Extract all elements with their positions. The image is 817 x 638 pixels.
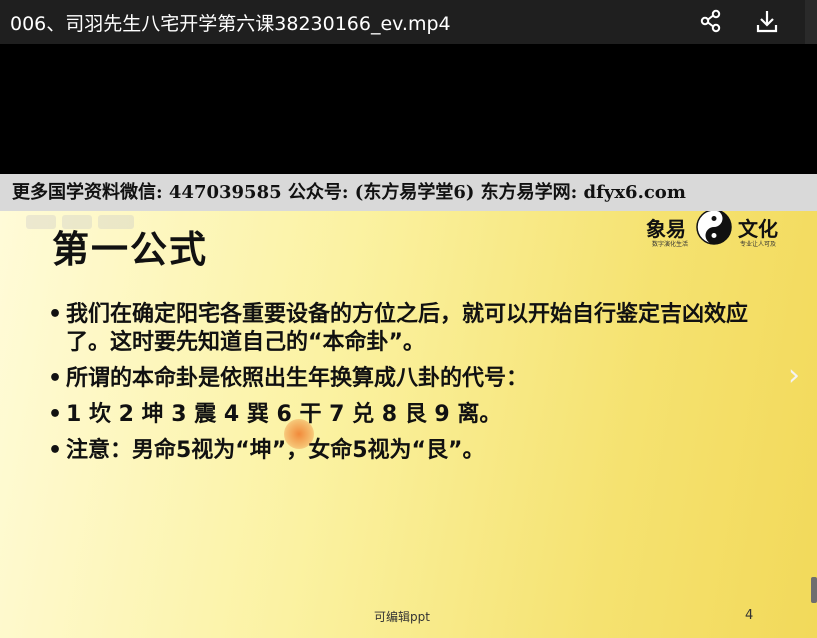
window-edge [805,0,817,44]
bullet-item: 我们在确定阳宅各重要设备的方位之后，就可以开始自行鉴定吉凶效应了。这时要先知道自… [48,301,768,357]
share-icon[interactable] [696,6,726,36]
video-frame-slide[interactable]: 第一公式 象易 数字演化生活 文化 专业让人可及 我们在确定阳宅各重要设备的方位… [0,211,817,638]
video-letterbox [0,44,817,174]
title-bar: 006、司羽先生八宅开学第六课38230166_ev.mp4 [0,0,817,44]
bullet-item: 所谓的本命卦是依照出生年换算成八卦的代号： [48,365,768,393]
bullet-item: 注意：男命5视为“坤”，女命5视为“艮”。 [48,437,768,465]
chevron-right-icon[interactable]: › [788,358,800,393]
brand-logo: 象易 数字演化生活 文化 专业让人可及 [640,211,785,255]
download-icon[interactable] [752,6,782,36]
brand-right-text: 文化 [738,217,778,241]
brand-right-subtext: 专业让人可及 [740,241,777,248]
scrollbar-handle[interactable] [811,577,817,603]
brand-left-subtext: 数字演化生活 [652,241,689,248]
watermark-banner: 更多国学资料微信: 447039585 公众号: (东方易学堂6) 东方易学网:… [0,174,817,211]
window-title: 006、司羽先生八宅开学第六课38230166_ev.mp4 [10,13,451,35]
brand-left-text: 象易 [646,217,686,241]
pointer-highlight [284,419,314,449]
bullet-list: 我们在确定阳宅各重要设备的方位之后，就可以开始自行鉴定吉凶效应了。这时要先知道自… [48,301,768,473]
slide-footer: 可编辑ppt [374,610,430,624]
page-number: 4 [745,608,754,623]
bullet-item: 1 坎 2 坤 3 震 4 巽 6 干 7 兑 8 艮 9 离。 [48,401,768,429]
slide-title: 第一公式 [52,228,208,271]
taiji-icon [696,211,732,245]
